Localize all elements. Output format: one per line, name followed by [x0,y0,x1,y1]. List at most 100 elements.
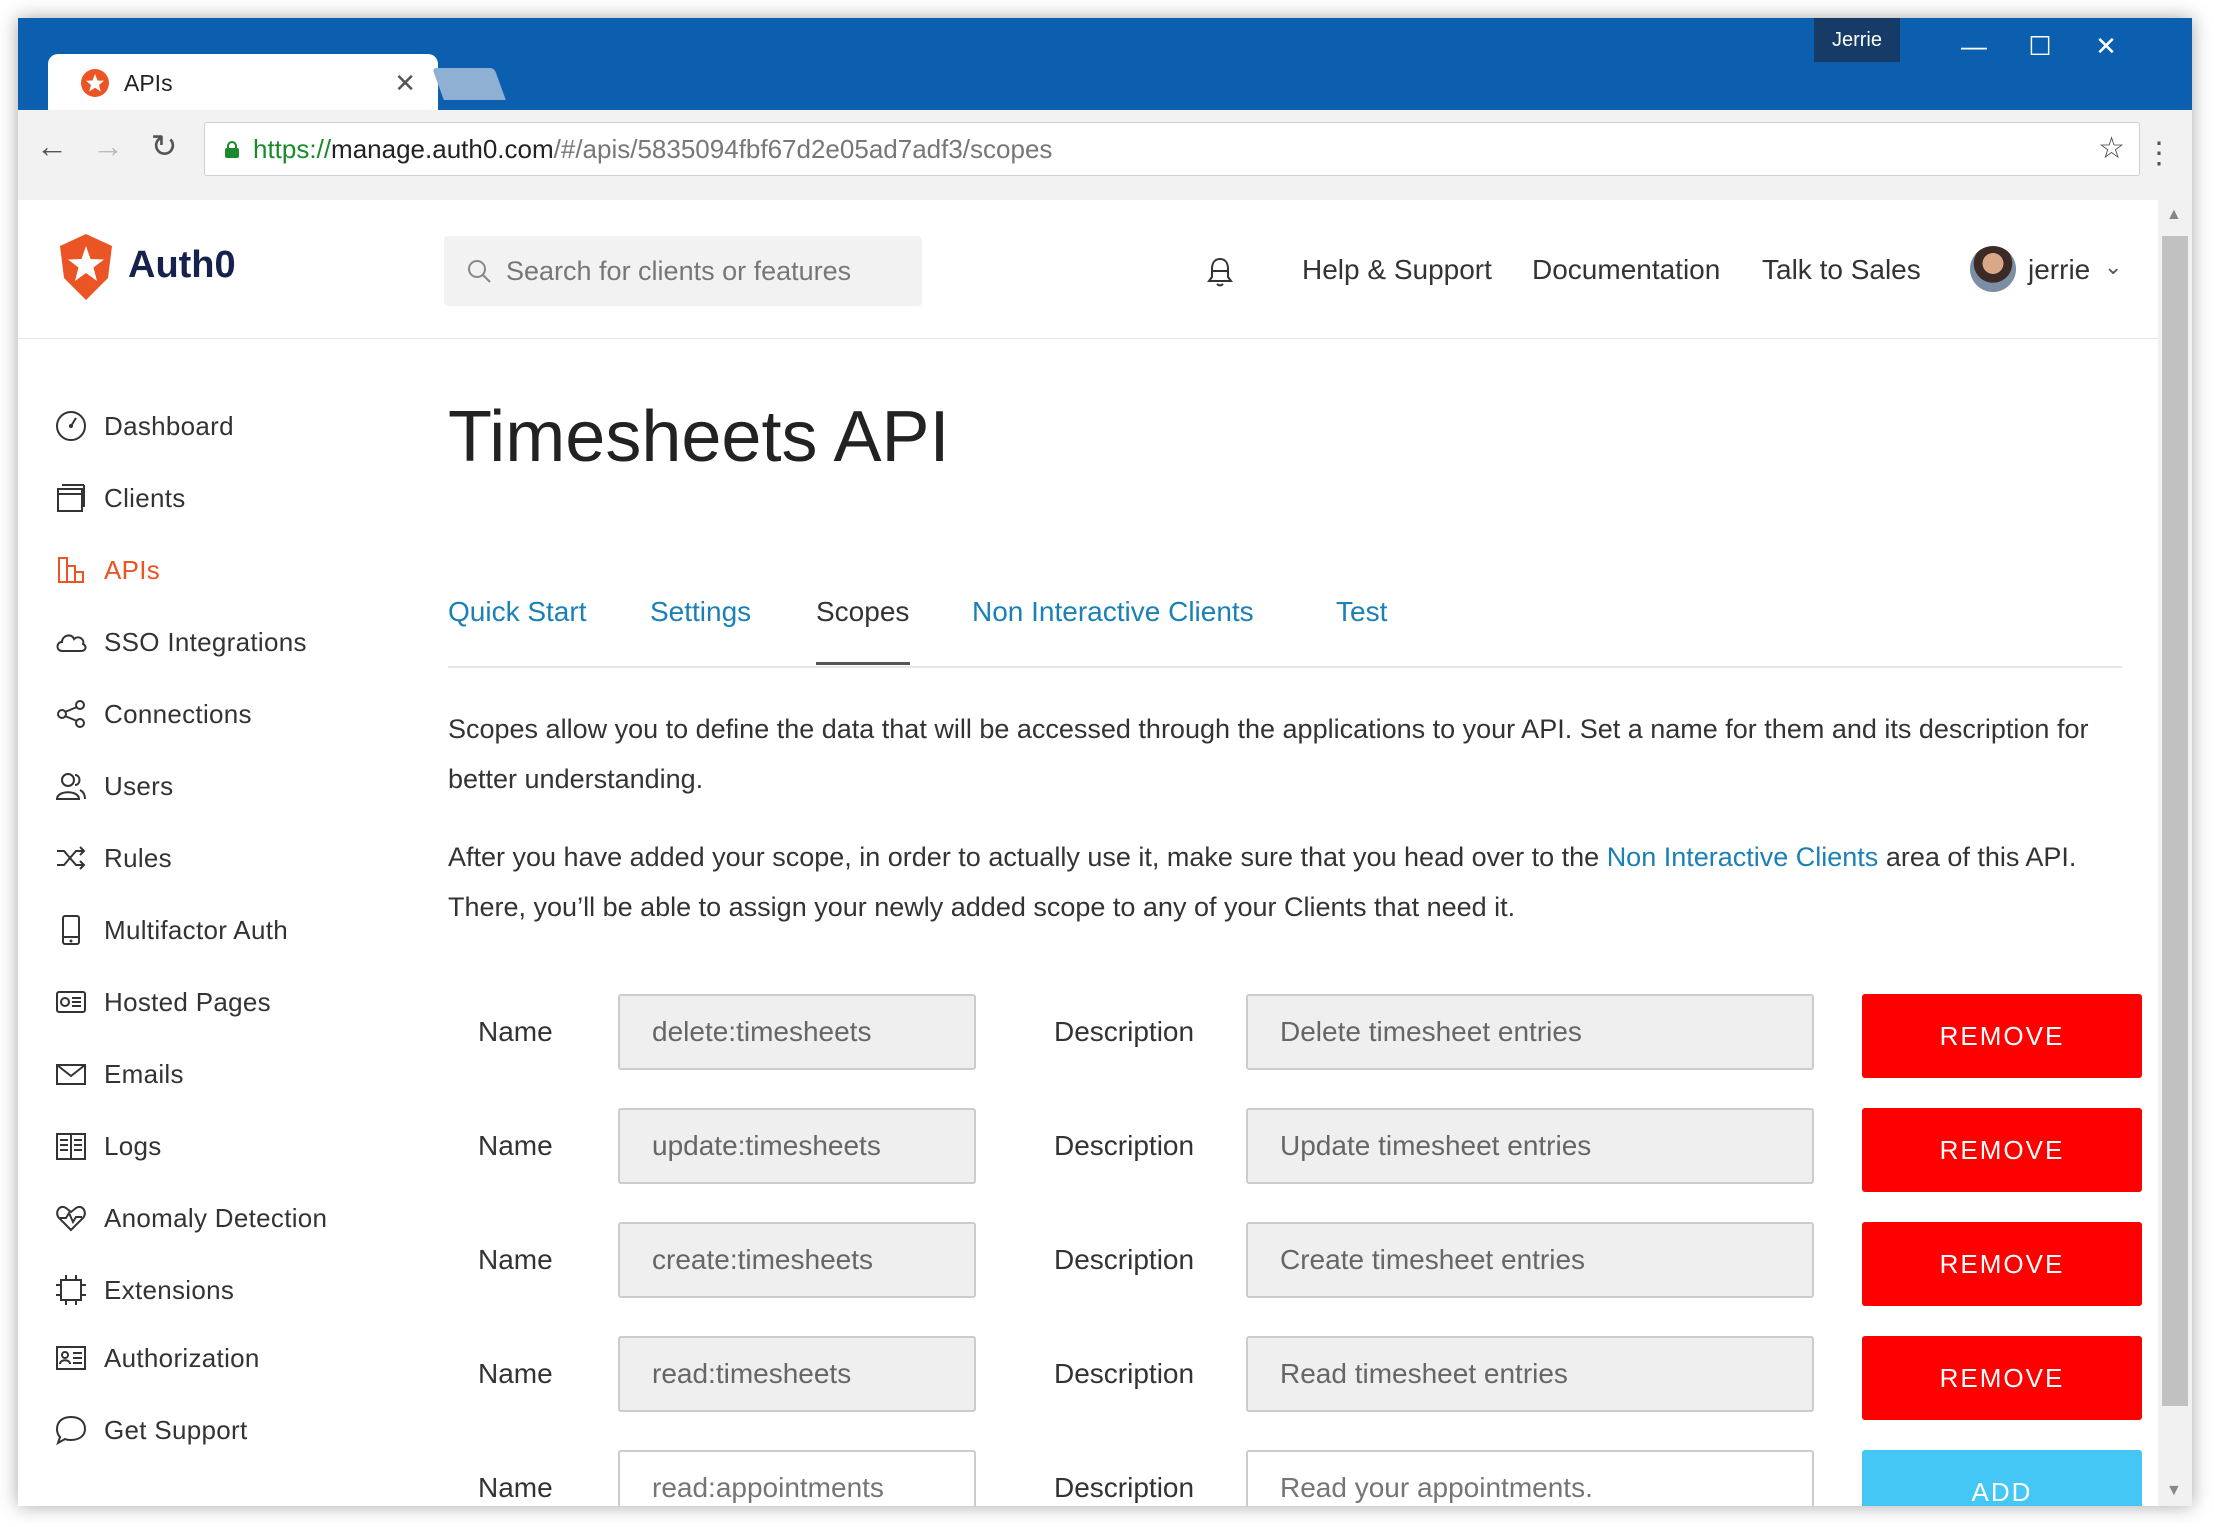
new-tab-button[interactable] [432,68,506,100]
sidebar-item-label: Clients [104,482,186,513]
browser-window: APIs ✕ Jerrie — ☐ ✕ ← → ↻ https://manage… [18,18,2192,1506]
sidebar-item-rules[interactable]: Rules [54,835,172,881]
chevron-down-icon[interactable]: ⌄ [2104,254,2122,280]
forward-arrow-icon[interactable]: → [86,124,130,168]
scroll-thumb[interactable] [2162,236,2188,1406]
name-label: Name [478,1358,553,1389]
scopes-intro: Scopes allow you to define the data that… [448,714,2089,794]
tab-scopes[interactable]: Scopes [816,596,909,628]
reload-icon[interactable]: ↻ [142,124,186,168]
sidebar-item-label: Hosted Pages [104,986,271,1017]
apis-icon [58,557,84,583]
scope-name-field[interactable]: delete:timesheets [618,994,976,1070]
scroll-up-arrow-icon[interactable]: ▲ [2166,206,2182,224]
browser-toolbar: ← → ↻ https://manage.auth0.com/#/apis/58… [18,110,2192,201]
sidebar-item-anomaly-detection[interactable]: Anomaly Detection [54,1195,327,1241]
sidebar-item-label: Connections [104,698,252,729]
scope-name-field[interactable]: read:timesheets [618,1336,976,1412]
new-scope-description-input[interactable] [1246,1450,1814,1506]
hosted-pages-icon [56,991,86,1013]
scope-name-field[interactable]: create:timesheets [618,1222,976,1298]
tab-close-icon[interactable]: ✕ [394,68,416,99]
tab-quick-start[interactable]: Quick Start [448,596,586,628]
description-label: Description [1054,1358,1195,1389]
scope-description-field[interactable]: Create timesheet entries [1246,1222,1814,1298]
browser-menu-icon[interactable]: ⋮ [2144,136,2174,171]
scope-row: Name read:timesheets Description Read ti… [448,1336,2142,1420]
sidebar-item-label: APIs [104,554,161,585]
add-scope-button[interactable]: ADD [1862,1450,2142,1506]
address-bar[interactable]: https://manage.auth0.com/#/apis/5835094f… [204,122,2140,176]
browser-titlebar: APIs ✕ Jerrie — ☐ ✕ [18,18,2192,112]
search-input[interactable] [504,254,908,288]
sidebar-item-label: Extensions [104,1274,235,1305]
book-icon [56,1133,86,1160]
tab-settings[interactable]: Settings [650,596,751,628]
back-arrow-icon[interactable]: ← [30,124,74,168]
browser-tab-apis[interactable]: APIs ✕ [48,54,438,112]
chat-bubble-icon [55,1415,87,1446]
cloud-icon [56,634,87,652]
sidebar-item-get-support[interactable]: Get Support [54,1407,248,1453]
scope-name-field[interactable]: update:timesheets [618,1108,976,1184]
sidebar-item-label: Logs [104,1130,162,1161]
description-label: Description [1054,1244,1195,1275]
username[interactable]: jerrie [2028,254,2090,286]
active-tab-indicator [816,662,910,665]
page-scrollbar[interactable]: ▲ ▼ [2158,200,2192,1506]
search-box[interactable] [444,236,922,306]
tab-test[interactable]: Test [1336,596,1387,628]
tab-non-interactive-clients[interactable]: Non Interactive Clients [972,596,1254,628]
remove-scope-button[interactable]: REMOVE [1862,994,2142,1078]
bookmark-star-icon[interactable]: ☆ [2098,131,2125,166]
sidebar-item-multifactor-auth[interactable]: Multifactor Auth [54,907,288,953]
auth0-favicon-icon [81,69,109,97]
sidebar-item-label: SSO Integrations [104,626,307,657]
sidebar-item-apis[interactable]: APIs [54,547,160,593]
sidebar-item-extensions[interactable]: Extensions [54,1267,234,1313]
nav-help-support[interactable]: Help & Support [1302,254,1492,286]
scope-description-field[interactable]: Read timesheet entries [1246,1336,1814,1412]
sidebar-item-connections[interactable]: Connections [54,691,252,737]
description-label: Description [1054,1472,1195,1503]
new-scope-name-input[interactable] [618,1450,976,1506]
sidebar-item-logs[interactable]: Logs [54,1123,162,1169]
sidebar-item-label: Multifactor Auth [104,914,288,945]
remove-scope-button[interactable]: REMOVE [1862,1222,2142,1306]
id-card-icon [56,1346,86,1370]
maximize-icon[interactable]: ☐ [2010,26,2070,66]
sidebar-item-label: Users [104,770,174,801]
sidebar-item-clients[interactable]: Clients [54,475,186,521]
description-label: Description [1054,1130,1195,1161]
notification-bell-icon[interactable] [1206,256,1234,288]
scroll-down-arrow-icon[interactable]: ▼ [2166,1482,2182,1500]
sidebar-item-hosted-pages[interactable]: Hosted Pages [54,979,271,1025]
scopes-usage-note: After you have added your scope, in orde… [448,832,2138,932]
nav-documentation[interactable]: Documentation [1532,254,1720,286]
auth0-logo-icon[interactable] [54,232,118,302]
url-host: manage.auth0.com [331,133,554,164]
remove-scope-button[interactable]: REMOVE [1862,1108,2142,1192]
users-icon [55,773,86,800]
scope-description-field[interactable]: Update timesheet entries [1246,1108,1814,1184]
sidebar-item-sso-integrations[interactable]: SSO Integrations [54,619,307,665]
close-window-icon[interactable]: ✕ [2076,26,2136,66]
sidebar-item-authorization[interactable]: Authorization [54,1335,260,1381]
profile-badge[interactable]: Jerrie [1814,18,1900,62]
brand-name[interactable]: Auth0 [128,244,236,287]
usage-note-text: After you have added your scope, in orde… [448,842,1607,872]
avatar[interactable] [1970,246,2016,292]
url-path: /#/apis/5835094fbf67d2e05ad7adf3/scopes [553,133,1053,164]
remove-scope-button[interactable]: REMOVE [1862,1336,2142,1420]
nav-talk-to-sales[interactable]: Talk to Sales [1762,254,1921,286]
scope-description-field[interactable]: Delete timesheet entries [1246,994,1814,1070]
clients-icon [57,484,85,512]
heart-pulse-icon [56,1206,86,1232]
sidebar-item-dashboard[interactable]: Dashboard [54,403,234,449]
sidebar-item-emails[interactable]: Emails [54,1051,184,1097]
sidebar-item-users[interactable]: Users [54,763,173,809]
page-title: Timesheets API [448,397,950,477]
minimize-icon[interactable]: — [1944,26,2004,66]
non-interactive-clients-link[interactable]: Non Interactive Clients [1607,842,1879,872]
url-text[interactable]: https://manage.auth0.com/#/apis/5835094f… [253,134,1052,165]
